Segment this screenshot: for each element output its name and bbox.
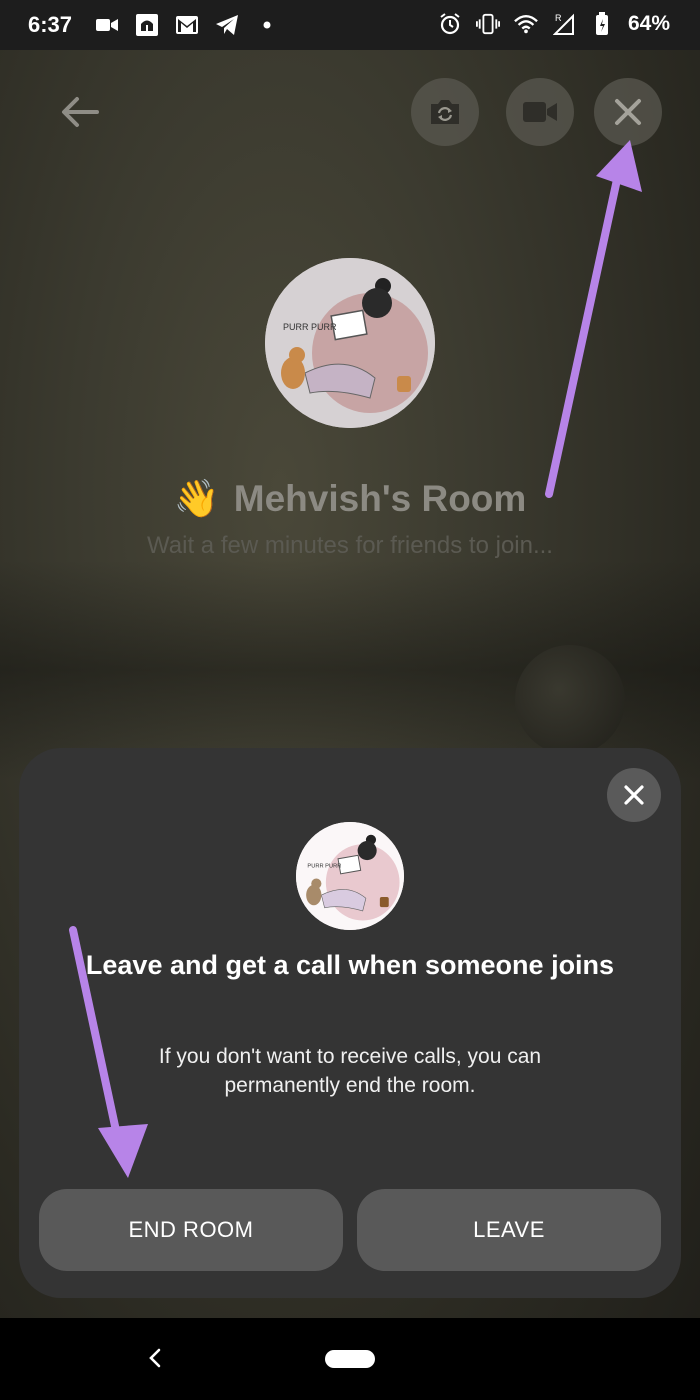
close-icon (624, 785, 644, 805)
close-room-button[interactable] (594, 78, 662, 146)
chevron-left-icon (149, 1348, 161, 1368)
status-bar: 6:37 R 64% (0, 0, 700, 50)
background-door-knob (515, 645, 625, 755)
switch-camera-button[interactable] (411, 78, 479, 146)
sheet-close-button[interactable] (607, 768, 661, 822)
alarm-icon (438, 12, 462, 36)
vibrate-icon (475, 12, 500, 36)
leave-button[interactable]: LEAVE (357, 1189, 661, 1271)
waving-hand-icon: 👋 (173, 478, 220, 519)
wifi-icon (514, 12, 538, 36)
avatar-doodle-text: PURR PURR (283, 322, 337, 332)
back-button[interactable] (55, 88, 103, 136)
sheet-body: If you don't want to receive calls, you … (158, 1045, 542, 1097)
video-camera-icon (95, 13, 119, 37)
video-toggle-button[interactable] (506, 78, 574, 146)
sheet-title: Leave and get a call when someone joins (85, 950, 615, 980)
arrow-left-icon (62, 97, 99, 127)
room-avatar: PURR PURR (265, 258, 435, 428)
system-nav-bar (0, 1318, 700, 1400)
end-room-button[interactable]: END ROOM (39, 1189, 343, 1271)
status-icons-left (95, 13, 279, 37)
avatar-doodle-text: PURR PURR (307, 864, 341, 870)
nav-home-pill[interactable] (325, 1350, 375, 1368)
room-title-text: Mehvish's Room (233, 478, 527, 519)
sheet-avatar: PURR PURR (296, 822, 404, 930)
room-subtitle: Wait a few minutes for friends to join..… (147, 532, 553, 559)
gmail-icon (175, 13, 199, 37)
signal-icon: R (552, 12, 576, 36)
mosque-icon (135, 13, 159, 37)
close-icon (615, 99, 641, 125)
telegram-icon (215, 13, 239, 37)
svg-text:R: R (555, 13, 562, 23)
room-title: 👋 Mehvish's Room (0, 478, 700, 521)
video-camera-icon (523, 102, 557, 122)
battery-icon (590, 12, 614, 36)
battery-percent: 64% (627, 12, 670, 35)
nav-back-button[interactable] (140, 1340, 170, 1376)
status-icons-right: R 64% (438, 12, 670, 36)
dot-icon (255, 13, 279, 37)
status-time: 6:37 (28, 12, 73, 37)
leave-room-sheet: PURR PURR Leave and get a call when some… (19, 748, 681, 1298)
switch-camera-icon (431, 100, 459, 124)
